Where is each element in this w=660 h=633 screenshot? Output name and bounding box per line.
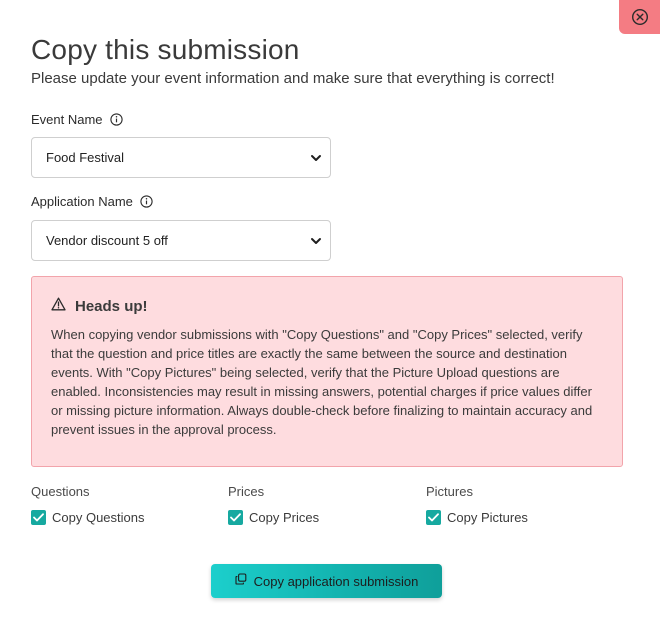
info-icon[interactable] <box>140 195 153 208</box>
questions-heading: Questions <box>31 484 90 499</box>
copy-pictures-checkbox[interactable] <box>426 510 441 525</box>
copy-prices-option[interactable]: Copy Prices <box>228 510 319 525</box>
copy-application-submission-label: Copy application submission <box>253 573 419 589</box>
checkmark-icon <box>428 513 439 522</box>
copy-prices-checkbox[interactable] <box>228 510 243 525</box>
dialog-subtitle: Please update your event information and… <box>31 70 555 87</box>
alert-title: Heads up! <box>75 298 148 315</box>
alert-body: When copying vendor submissions with "Co… <box>51 327 593 437</box>
event-name-label: Event Name <box>31 112 123 127</box>
event-name-value: Food Festival <box>46 150 125 165</box>
copy-questions-label: Copy Questions <box>52 510 145 525</box>
event-name-select[interactable]: Food Festival <box>31 137 331 178</box>
copy-prices-label: Copy Prices <box>249 510 320 525</box>
copy-pictures-option[interactable]: Copy Pictures <box>426 510 528 525</box>
copy-questions-checkbox[interactable] <box>31 510 46 525</box>
heads-up-alert: Heads up! When copying vendor submission… <box>31 276 623 467</box>
prices-heading: Prices <box>228 484 265 499</box>
close-circle-icon <box>631 8 649 26</box>
alert-header: Heads up! <box>51 297 603 316</box>
application-name-select[interactable]: Vendor discount 5 off <box>31 220 331 261</box>
application-name-label: Application Name <box>31 194 153 209</box>
copy-questions-option[interactable]: Copy Questions <box>31 510 145 525</box>
application-name-label-text: Application Name <box>31 194 133 209</box>
checkmark-icon <box>33 513 44 522</box>
event-name-label-text: Event Name <box>31 112 103 127</box>
copy-icon <box>235 572 247 590</box>
copy-pictures-label: Copy Pictures <box>447 510 528 525</box>
checkmark-icon <box>230 513 241 522</box>
application-name-value: Vendor discount 5 off <box>46 233 168 248</box>
chevron-down-icon <box>310 235 322 247</box>
pictures-heading: Pictures <box>426 484 473 499</box>
close-button[interactable] <box>619 0 660 34</box>
dialog-title: Copy this submission <box>31 34 300 65</box>
chevron-down-icon <box>310 152 322 164</box>
info-icon[interactable] <box>109 113 123 126</box>
copy-application-submission-button[interactable]: Copy application submission <box>211 564 442 598</box>
warning-triangle-icon <box>51 297 66 316</box>
